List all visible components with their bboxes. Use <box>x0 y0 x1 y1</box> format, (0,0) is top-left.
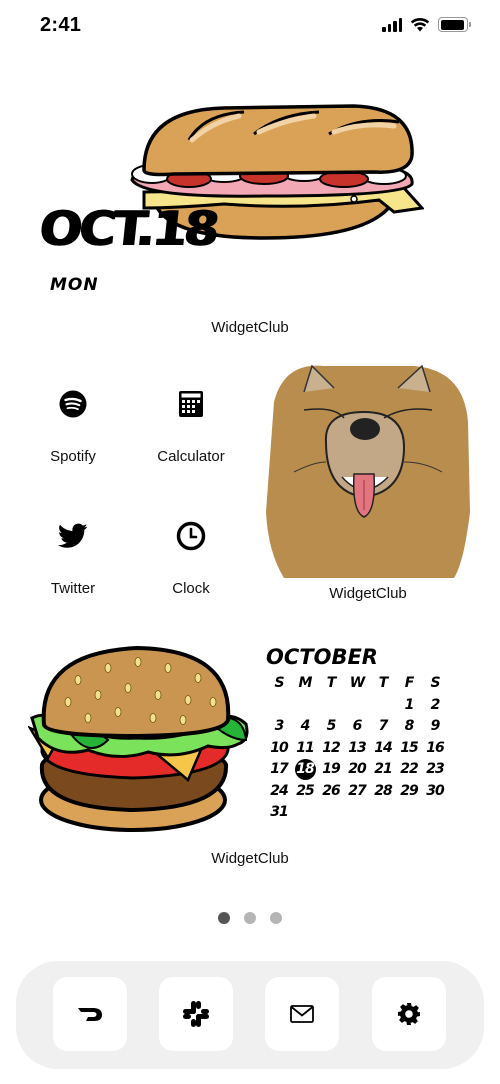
calendar-day: 19 <box>322 761 341 777</box>
battery-icon <box>438 17 471 32</box>
spotify-icon <box>43 374 103 434</box>
slack-icon <box>183 1001 209 1027</box>
dock <box>16 961 484 1069</box>
calendar-weekday-header: S <box>430 675 440 691</box>
calendar-weekday-header: F <box>404 675 415 691</box>
dock-slack[interactable] <box>159 977 233 1051</box>
calendar-month: OCTOBER <box>266 645 378 669</box>
dog-widget-label: WidgetClub <box>329 585 407 602</box>
calendar-day: 28 <box>374 782 393 799</box>
calendar-day: 6 <box>352 718 363 734</box>
calendar-weekday-header: T <box>378 675 389 691</box>
calendar-day: 27 <box>348 782 367 799</box>
dock-settings[interactable] <box>372 977 446 1051</box>
page-dot-active[interactable] <box>218 912 230 924</box>
calendar-day: 12 <box>322 739 341 756</box>
twitter-icon <box>43 506 103 566</box>
calendar-empty-cell <box>370 695 396 717</box>
page-dot[interactable] <box>270 912 282 924</box>
app-spotify[interactable]: Spotify <box>18 374 128 465</box>
calendar: OCTOBER S M T W T F S 1 2 3 4 5 6 7 8 9 10 11 12 13 14 15 16 17… <box>266 645 456 824</box>
clock-icon <box>161 506 221 566</box>
app-label: Calculator <box>157 448 225 465</box>
calendar-day: 2 <box>430 696 441 713</box>
chow-chow-dog-illustration <box>266 364 470 578</box>
calendar-day: 31 <box>270 804 289 820</box>
calendar-grid: S M T W T F S 1 2 3 4 5 6 7 8 9 10 11 12 13 14 15 16 17 18 19 20 21… <box>266 673 456 824</box>
calendar-day: 25 <box>296 782 315 799</box>
weekday-text: MON <box>50 275 99 295</box>
app-label: Clock <box>172 580 210 597</box>
calendar-day: 1 <box>404 696 415 713</box>
calendar-weekday-header: S <box>274 675 284 691</box>
app-calculator[interactable]: Calculator <box>136 374 246 465</box>
calendar-day: 5 <box>326 718 337 734</box>
status-icons <box>382 17 471 32</box>
calendar-weekday-header: T <box>326 675 337 691</box>
app-clock[interactable]: Clock <box>136 506 246 597</box>
calendar-empty-cell <box>266 695 292 717</box>
calendar-day: 29 <box>400 782 419 799</box>
dock-mail[interactable] <box>265 977 339 1051</box>
calendar-empty-cell <box>292 695 318 717</box>
battery-fill <box>440 19 465 30</box>
wifi-icon <box>410 17 430 32</box>
calendar-empty-cell <box>318 695 344 717</box>
status-bar: 2:41 <box>0 0 500 54</box>
calendar-weekday-header: M <box>298 675 313 691</box>
calendar-day: 4 <box>300 718 311 734</box>
calendar-day: 15 <box>400 739 419 756</box>
calendar-day: 9 <box>430 718 441 734</box>
app-label: Twitter <box>50 580 96 597</box>
hamburger-illustration <box>28 645 249 832</box>
calendar-day: 17 <box>270 761 289 777</box>
settings-gear-icon <box>398 1003 420 1025</box>
date-widget-label: WidgetClub <box>211 319 289 336</box>
calendar-day: 16 <box>426 739 445 756</box>
calendar-empty-cell <box>344 695 370 717</box>
mail-icon <box>290 1005 314 1023</box>
date-widget[interactable]: OCT.18 MON <box>34 100 454 305</box>
page-indicator[interactable] <box>0 912 500 924</box>
calculator-icon <box>161 374 221 434</box>
calendar-day: 26 <box>322 782 341 799</box>
calendar-day: 30 <box>426 782 445 799</box>
calendar-day: 22 <box>400 761 419 777</box>
date-text: OCT.18 <box>37 201 220 257</box>
calendar-day: 8 <box>404 718 415 734</box>
app-twitter[interactable]: Twitter <box>18 506 128 597</box>
calendar-day: 11 <box>296 739 315 756</box>
page-dot[interactable] <box>244 912 256 924</box>
doordash-icon <box>78 1008 102 1021</box>
calendar-day: 20 <box>348 761 367 777</box>
cellular-signal-icon <box>382 17 402 32</box>
dock-doordash[interactable] <box>53 977 127 1051</box>
app-label: Spotify <box>50 448 96 465</box>
calendar-day: 14 <box>374 739 393 756</box>
calendar-day: 13 <box>348 739 367 756</box>
status-time: 2:41 <box>40 14 82 36</box>
calendar-day: 24 <box>270 782 289 799</box>
calendar-day: 10 <box>270 739 289 756</box>
calendar-day: 7 <box>378 718 389 734</box>
calendar-widget-label: WidgetClub <box>211 850 289 867</box>
calendar-day: 23 <box>426 761 445 777</box>
calendar-day-today: 18 <box>292 759 318 781</box>
calendar-weekday-header: W <box>349 675 365 691</box>
calendar-day: 3 <box>274 718 285 734</box>
calendar-day: 21 <box>374 761 393 777</box>
